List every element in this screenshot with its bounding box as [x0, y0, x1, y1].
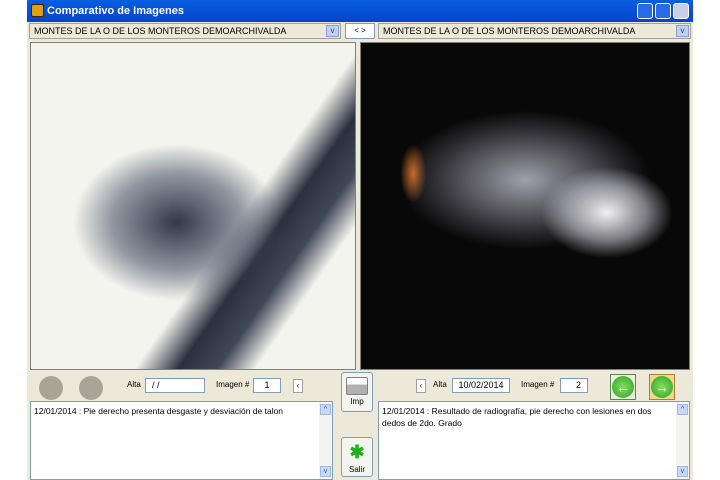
left-patient-value: MONTES DE LA O DE LOS MONTEROS DEMOARCHI…: [34, 26, 287, 36]
scroll-up-icon[interactable]: ^: [320, 404, 331, 415]
running-man-icon: ✱: [349, 442, 365, 462]
right-notes-text: 12/01/2014 : Resultado de radiografía, p…: [382, 406, 652, 428]
title-bar: Comparativo de Imagenes: [27, 0, 693, 22]
previous-image-button[interactable]: ←: [610, 374, 636, 400]
left-xray-image: [30, 42, 356, 370]
scroll-down-icon[interactable]: v: [320, 466, 331, 477]
left-alta-field[interactable]: / /: [145, 378, 205, 393]
window-title: Comparativo de Imagenes: [47, 5, 184, 17]
left-notes-text: 12/01/2014 : Pie derecho presenta desgas…: [34, 406, 284, 416]
scroll-up-icon[interactable]: ^: [677, 404, 688, 415]
left-patient-select[interactable]: MONTES DE LA O DE LOS MONTEROS DEMOARCHI…: [29, 23, 341, 39]
left-notes-textarea[interactable]: 12/01/2014 : Pie derecho presenta desgas…: [30, 401, 333, 480]
minimize-button[interactable]: [637, 3, 653, 19]
right-alta-field[interactable]: 10/02/2014: [452, 378, 510, 393]
comparison-window: Comparativo de Imagenes MONTES DE LA O D…: [27, 0, 693, 480]
swap-button[interactable]: < >: [345, 23, 375, 39]
exit-button[interactable]: ✱ Salir: [341, 437, 373, 477]
left-prev-button[interactable]: ‹: [293, 379, 303, 393]
left-alta-label: Alta: [127, 380, 141, 389]
left-indicator-1[interactable]: [39, 376, 63, 400]
arrow-left-icon: ←: [612, 376, 634, 398]
printer-icon: [346, 377, 368, 395]
close-button[interactable]: [673, 3, 689, 19]
left-imagen-label: Imagen #: [216, 380, 250, 389]
left-notes-scrollbar[interactable]: ^ v: [319, 402, 332, 479]
right-notes-textarea[interactable]: 12/01/2014 : Resultado de radiografía, p…: [378, 401, 690, 480]
chevron-down-icon[interactable]: v: [326, 25, 339, 37]
right-imagen-label: Imagen #: [521, 380, 555, 389]
right-xray-image: [360, 42, 690, 370]
next-image-button[interactable]: →: [649, 374, 675, 400]
right-imagen-field[interactable]: 2: [560, 378, 588, 393]
right-alta-label: Alta: [433, 380, 447, 389]
right-patient-select[interactable]: MONTES DE LA O DE LOS MONTEROS DEMOARCHI…: [378, 23, 691, 39]
arrow-right-icon: →: [651, 376, 673, 398]
print-label: Imp: [350, 397, 364, 406]
right-prev-button[interactable]: ‹: [416, 379, 426, 393]
exit-label: Salir: [348, 465, 365, 474]
maximize-button[interactable]: [655, 3, 671, 19]
left-imagen-field[interactable]: 1: [253, 378, 281, 393]
left-indicator-2[interactable]: [79, 376, 103, 400]
print-button[interactable]: Imp: [341, 372, 373, 412]
app-icon: [31, 4, 44, 17]
right-notes-scrollbar[interactable]: ^ v: [676, 402, 689, 479]
right-patient-value: MONTES DE LA O DE LOS MONTEROS DEMOARCHI…: [383, 26, 636, 36]
chevron-down-icon[interactable]: v: [676, 25, 689, 37]
scroll-down-icon[interactable]: v: [677, 466, 688, 477]
